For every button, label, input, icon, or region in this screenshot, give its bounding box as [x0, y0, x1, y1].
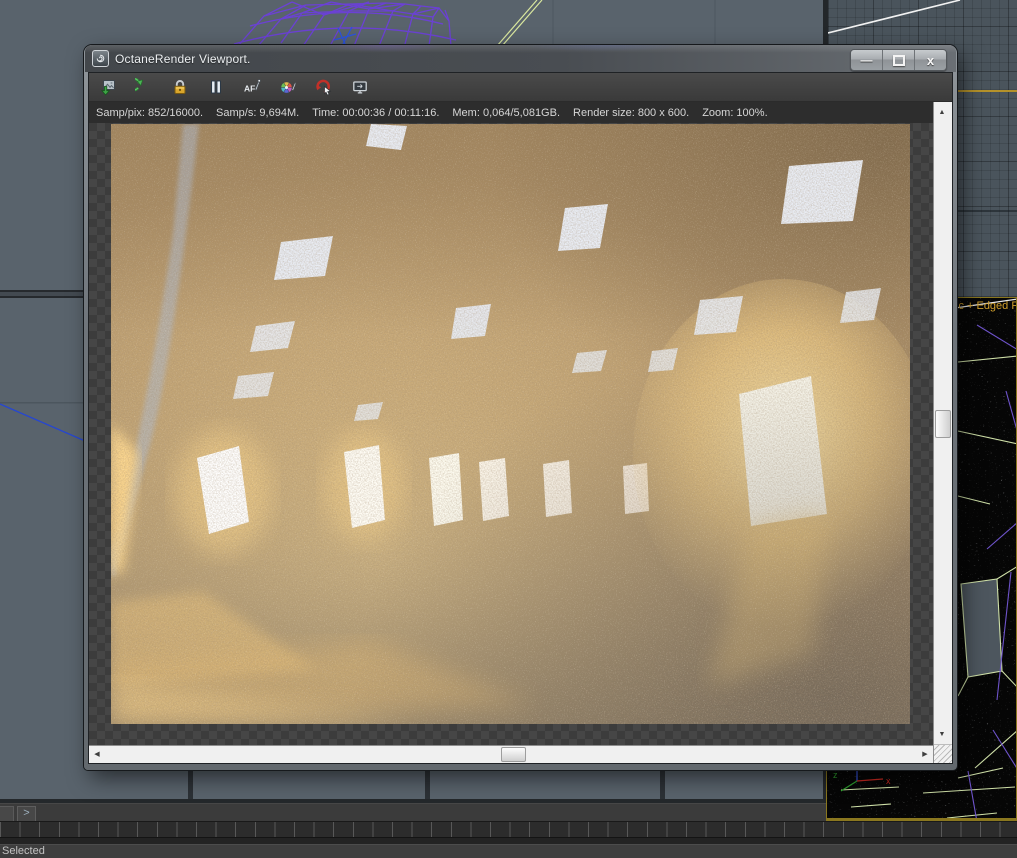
render-image[interactable]: [111, 124, 910, 724]
restart-render-icon[interactable]: [130, 75, 158, 99]
axis-x-label: x: [886, 776, 891, 786]
window-titlebar[interactable]: OctaneRender Viewport. — x: [85, 45, 956, 72]
close-icon: x: [926, 52, 935, 68]
stat-zoom: Zoom: 100%.: [702, 106, 768, 119]
wireframe-blue-detail: [333, 26, 357, 46]
vertical-scroll-thumb[interactable]: [935, 410, 951, 438]
viewport-shading-label[interactable]: ic + Edged F: [956, 300, 1016, 312]
timeline-next-button[interactable]: >: [17, 806, 36, 822]
vertical-scrollbar[interactable]: ▲ ▼: [934, 102, 952, 744]
window-title: OctaneRender Viewport.: [115, 51, 251, 66]
panel-divider: [660, 768, 665, 799]
stat-samples-per-pixel: Samp/pix: 852/16000.: [96, 106, 204, 119]
minimize-button[interactable]: —: [851, 50, 883, 70]
scroll-down-icon[interactable]: ▼: [934, 726, 950, 742]
pause-render-icon[interactable]: [202, 75, 230, 99]
viewport-display-icon[interactable]: [346, 75, 374, 99]
window-controls: — x: [850, 49, 947, 71]
scroll-up-icon[interactable]: ▲: [934, 104, 950, 120]
white-balance-picker-icon[interactable]: [274, 75, 302, 99]
lock-icon[interactable]: [166, 75, 194, 99]
desktop-stage: z x ic + Edged F > Selected OctaneRender…: [0, 0, 1017, 858]
vertical-scrollbar-column: ▲ ▼: [933, 102, 952, 763]
svg-text:AF: AF: [244, 84, 255, 94]
octane-toolbar: AF: [89, 73, 952, 102]
window-content: AF Samp/pix: 852/16000. Samp/s: 9,694M. …: [88, 72, 953, 764]
app-statusbar: Selected: [0, 844, 1017, 858]
stop-refresh-icon[interactable]: [310, 75, 338, 99]
stat-memory: Mem: 0,064/5,081GB.: [452, 106, 561, 119]
axis-z-label: z: [833, 770, 838, 780]
titlebar-sheen: [85, 45, 956, 53]
scroll-right-icon[interactable]: ▶: [917, 746, 933, 762]
timeline-ruler[interactable]: [0, 821, 1017, 838]
grid-lines: [552, 0, 716, 46]
window-resize-grip[interactable]: [934, 744, 952, 763]
minimize-icon: —: [860, 53, 873, 67]
timeline-toolbar: >: [0, 803, 826, 822]
scroll-left-icon[interactable]: ◀: [89, 746, 105, 762]
stat-samples-per-second: Samp/s: 9,694M.: [216, 106, 300, 119]
render-canvas-area[interactable]: [89, 123, 933, 745]
stat-render-time: Time: 00:00:36 / 00:11:16.: [312, 106, 440, 119]
timeline-partial-button[interactable]: [0, 806, 14, 822]
wireframe-blue-edge: [0, 402, 93, 445]
selection-status-text: Selected: [2, 845, 45, 857]
save-render-image-icon[interactable]: [94, 75, 122, 99]
autofocus-picker-icon[interactable]: AF: [238, 75, 266, 99]
horizontal-scroll-thumb[interactable]: [501, 747, 526, 762]
render-stats-bar: Samp/pix: 852/16000. Samp/s: 9,694M. Tim…: [89, 102, 933, 123]
maximize-button[interactable]: [883, 50, 915, 70]
panel-divider: [425, 768, 430, 799]
wireframe-green-diagonal: [496, 0, 543, 46]
stat-render-size: Render size: 800 x 600.: [573, 106, 690, 119]
horizontal-scrollbar[interactable]: ◀ ▶: [89, 745, 933, 763]
panel-divider: [188, 768, 193, 799]
close-button[interactable]: x: [915, 50, 946, 70]
wireframe-dome: [233, 0, 716, 46]
octane-render-window[interactable]: OctaneRender Viewport. — x AF Samp/pix: …: [84, 45, 957, 770]
maximize-icon: [892, 54, 905, 66]
